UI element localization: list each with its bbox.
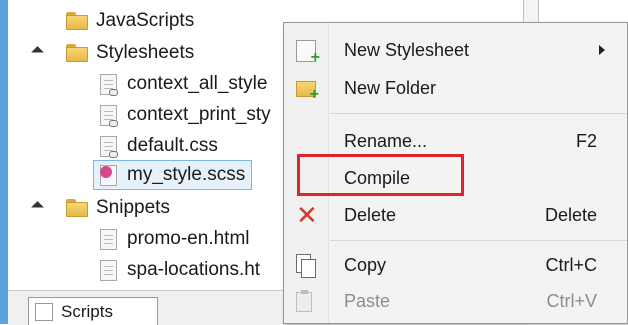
tab-label: Scripts bbox=[61, 301, 113, 321]
left-accent-strip bbox=[0, 0, 8, 324]
menu-separator bbox=[330, 113, 627, 114]
tree-item-label: context_print_sty bbox=[127, 104, 271, 125]
html-file-icon bbox=[100, 259, 117, 281]
menu-item-copy[interactable]: Copy Ctrl+C bbox=[284, 246, 627, 284]
tree-item-spa-locations[interactable]: spa-locations.ht bbox=[100, 255, 260, 285]
folder-icon bbox=[66, 12, 88, 30]
tree-item-context-all-style[interactable]: context_all_style bbox=[100, 69, 267, 99]
copy-icon bbox=[296, 254, 316, 278]
tree-item-javascripts[interactable]: JavaScripts bbox=[66, 6, 194, 36]
tab-scripts[interactable]: Scripts bbox=[28, 297, 158, 325]
linked-file-icon bbox=[100, 73, 118, 96]
menu-item-new-stylesheet[interactable]: New Stylesheet bbox=[284, 31, 627, 69]
scss-file-icon bbox=[100, 164, 117, 186]
tree-item-label: Snippets bbox=[96, 197, 170, 218]
tree-item-label: Stylesheets bbox=[96, 42, 195, 63]
html-file-icon bbox=[100, 228, 117, 250]
submenu-arrow-icon bbox=[599, 45, 605, 55]
linked-file-icon bbox=[100, 135, 118, 158]
tree-item-snippets[interactable]: Snippets bbox=[30, 193, 170, 223]
folder-icon bbox=[66, 44, 88, 62]
tree-item-default-css[interactable]: default.css bbox=[100, 131, 218, 161]
linked-file-icon bbox=[100, 104, 118, 127]
tree-item-stylesheets[interactable]: Stylesheets bbox=[30, 38, 194, 68]
menu-item-paste[interactable]: Paste Ctrl+V bbox=[284, 282, 627, 320]
new-stylesheet-icon bbox=[296, 40, 320, 67]
tree-item-my-style-scss[interactable]: my_style.scss bbox=[93, 160, 253, 190]
new-folder-icon bbox=[296, 81, 319, 104]
menu-item-new-folder[interactable]: New Folder bbox=[284, 69, 627, 107]
tree-item-context-print-style[interactable]: context_print_sty bbox=[100, 100, 271, 130]
compile-highlight-box bbox=[297, 154, 464, 196]
tree-item-label: JavaScripts bbox=[96, 10, 195, 31]
tree-item-label: my_style.scss bbox=[127, 164, 246, 185]
expand-arrow-icon[interactable] bbox=[30, 201, 44, 215]
tree-item-label: spa-locations.ht bbox=[127, 259, 261, 280]
scripts-tab-icon bbox=[35, 302, 53, 321]
expand-arrow-icon[interactable] bbox=[30, 46, 44, 60]
tree-item-label: context_all_style bbox=[127, 73, 268, 94]
tree-item-promo-en-html[interactable]: promo-en.html bbox=[100, 224, 250, 254]
paste-icon bbox=[296, 290, 312, 312]
menu-separator bbox=[330, 240, 627, 241]
menu-item-delete[interactable]: ✕ Delete Delete bbox=[284, 196, 627, 234]
tree-item-label: default.css bbox=[127, 135, 218, 156]
tree-item-label: promo-en.html bbox=[127, 228, 250, 249]
delete-icon: ✕ bbox=[296, 200, 318, 230]
folder-icon bbox=[66, 199, 88, 217]
